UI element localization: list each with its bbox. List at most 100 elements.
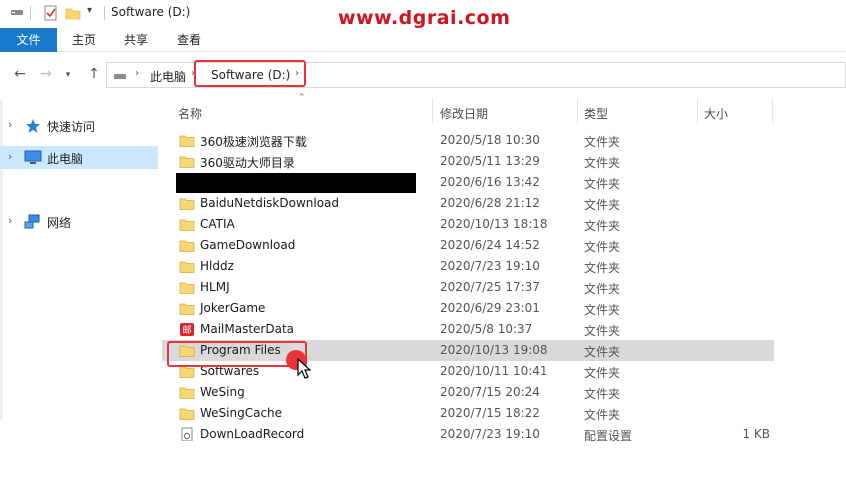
file-type: 文件夹 (584, 324, 621, 338)
folder-icon (179, 387, 195, 399)
customize-toolbar-icon[interactable]: ▾ (87, 5, 92, 16)
file-type: 文件夹 (584, 303, 621, 317)
computer-icon (24, 150, 42, 164)
file-size: 1 KB (742, 427, 770, 441)
mouse-cursor-icon (297, 358, 311, 379)
file-date: 2020/5/18 10:30 (440, 133, 540, 147)
column-divider[interactable] (432, 98, 433, 124)
title-divider (30, 6, 31, 20)
file-type: 文件夹 (584, 177, 621, 191)
file-type: 文件夹 (584, 408, 621, 422)
star-icon (26, 119, 40, 133)
folder-icon (179, 408, 195, 420)
file-name: JokerGame (200, 301, 266, 315)
file-date: 2020/5/11 13:29 (440, 154, 540, 168)
file-date: 2020/7/15 20:24 (440, 385, 540, 399)
file-type: 文件夹 (584, 198, 621, 212)
watermark: www.dgrai.com (338, 7, 511, 29)
column-header-size[interactable]: 大小 (704, 105, 728, 122)
file-date: 2020/7/15 18:22 (440, 406, 540, 420)
tab-view[interactable]: 查看 (167, 28, 211, 52)
file-name: HLMJ (200, 280, 230, 294)
sidebar-item-label: 此电脑 (47, 152, 84, 166)
file-date: 2020/5/8 10:37 (440, 322, 533, 336)
file-row[interactable]: 2020/6/16 13:42 文件夹 (162, 172, 774, 193)
column-header-type[interactable]: 类型 (584, 105, 608, 122)
file-name: CATIA (200, 217, 235, 231)
file-row[interactable]: HLMJ 2020/7/25 17:37 文件夹 (162, 277, 774, 298)
up-button[interactable]: ↑ (86, 66, 102, 82)
file-row[interactable]: DownLoadRecord 2020/7/23 19:10 配置设置 1 KB (162, 424, 774, 445)
config-file-icon (181, 427, 193, 441)
file-row[interactable]: BaiduNetdiskDownload 2020/6/28 21:12 文件夹 (162, 193, 774, 214)
file-type: 文件夹 (584, 261, 621, 275)
expand-chevron-icon[interactable]: › (8, 150, 12, 163)
file-row[interactable]: JokerGame 2020/6/29 23:01 文件夹 (162, 298, 774, 319)
file-date: 2020/7/23 19:10 (440, 259, 540, 273)
file-name: WeSing (200, 385, 245, 399)
expand-chevron-icon[interactable]: › (8, 214, 12, 227)
column-divider[interactable] (577, 98, 578, 124)
navigation-pane: › 快速访问 › 此电脑 › 网络 (0, 100, 160, 478)
file-date: 2020/6/29 23:01 (440, 301, 540, 315)
column-divider[interactable] (772, 98, 773, 124)
expand-chevron-icon[interactable]: › (8, 118, 12, 131)
file-date: 2020/6/16 13:42 (440, 175, 540, 189)
file-name: MailMasterData (200, 322, 295, 336)
sidebar-item-label: 快速访问 (47, 120, 96, 134)
folder-icon (179, 261, 195, 273)
recent-locations-icon[interactable]: ▾ (60, 70, 76, 80)
forward-button[interactable]: → (38, 66, 54, 82)
file-name: WeSingCache (200, 406, 283, 420)
file-row[interactable]: CATIA 2020/10/13 18:18 文件夹 (162, 214, 774, 235)
file-date: 2020/10/13 18:18 (440, 217, 548, 231)
column-header-date[interactable]: 修改日期 (440, 105, 488, 122)
sidebar-item-network[interactable]: › 网络 (0, 210, 158, 233)
new-folder-icon[interactable] (65, 5, 81, 21)
drive-icon (11, 10, 23, 15)
breadcrumb-chevron[interactable]: › (135, 68, 139, 79)
folder-icon (179, 240, 195, 252)
file-name: GameDownload (200, 238, 296, 252)
window-title: Software (D:) (111, 5, 191, 19)
column-header-name[interactable]: 名称 (178, 105, 202, 122)
tab-file[interactable]: 文件 (0, 28, 57, 52)
sidebar-item-this-pc[interactable]: › 此电脑 (0, 146, 158, 169)
file-date: 2020/10/11 10:41 (440, 364, 548, 378)
file-date: 2020/6/24 14:52 (440, 238, 540, 252)
properties-icon[interactable] (43, 5, 59, 21)
file-type: 文件夹 (584, 135, 621, 149)
file-type: 配置设置 (584, 429, 633, 443)
file-row[interactable]: WeSingCache 2020/7/15 18:22 文件夹 (162, 403, 774, 424)
svg-text:邮: 邮 (182, 324, 191, 336)
file-row[interactable]: Hlddz 2020/7/23 19:10 文件夹 (162, 256, 774, 277)
address-highlight-box (194, 60, 306, 87)
column-header-row: ⌃ 名称 修改日期 类型 大小 (160, 93, 846, 127)
tab-home[interactable]: 主页 (62, 28, 106, 52)
file-row[interactable]: GameDownload 2020/6/24 14:52 文件夹 (162, 235, 774, 256)
file-type: 文件夹 (584, 366, 621, 380)
back-button[interactable]: ← (12, 66, 28, 82)
tab-share[interactable]: 共享 (114, 28, 158, 52)
folder-icon (179, 198, 195, 210)
file-row[interactable]: 360极速浏览器下载 2020/5/18 10:30 文件夹 (162, 130, 774, 151)
title-bar: ▾ Software (D:) www.dgrai.com (0, 0, 846, 29)
file-row[interactable]: 邮 MailMasterData 2020/5/8 10:37 文件夹 (162, 319, 774, 340)
file-name: DownLoadRecord (200, 427, 305, 441)
file-row[interactable]: 360驱动大师目录 2020/5/11 13:29 文件夹 (162, 151, 774, 172)
sidebar-item-quick-access[interactable]: › 快速访问 (0, 114, 158, 137)
folder-icon (179, 282, 195, 294)
file-date: 2020/7/25 17:37 (440, 280, 540, 294)
column-divider[interactable] (697, 98, 698, 124)
file-date: 2020/10/13 19:08 (440, 343, 548, 357)
file-name: BaiduNetdiskDownload (200, 196, 340, 210)
file-row[interactable]: WeSing 2020/7/15 20:24 文件夹 (162, 382, 774, 403)
redacted-name (176, 173, 416, 193)
file-type: 文件夹 (584, 156, 621, 170)
file-name: Hlddz (200, 259, 234, 273)
drive-icon (114, 74, 126, 79)
file-type: 文件夹 (584, 387, 621, 401)
sort-ascending-icon: ⌃ (298, 93, 306, 103)
breadcrumb-this-pc[interactable]: 此电脑 (150, 68, 186, 85)
file-name: 360驱动大师目录 (200, 156, 295, 170)
